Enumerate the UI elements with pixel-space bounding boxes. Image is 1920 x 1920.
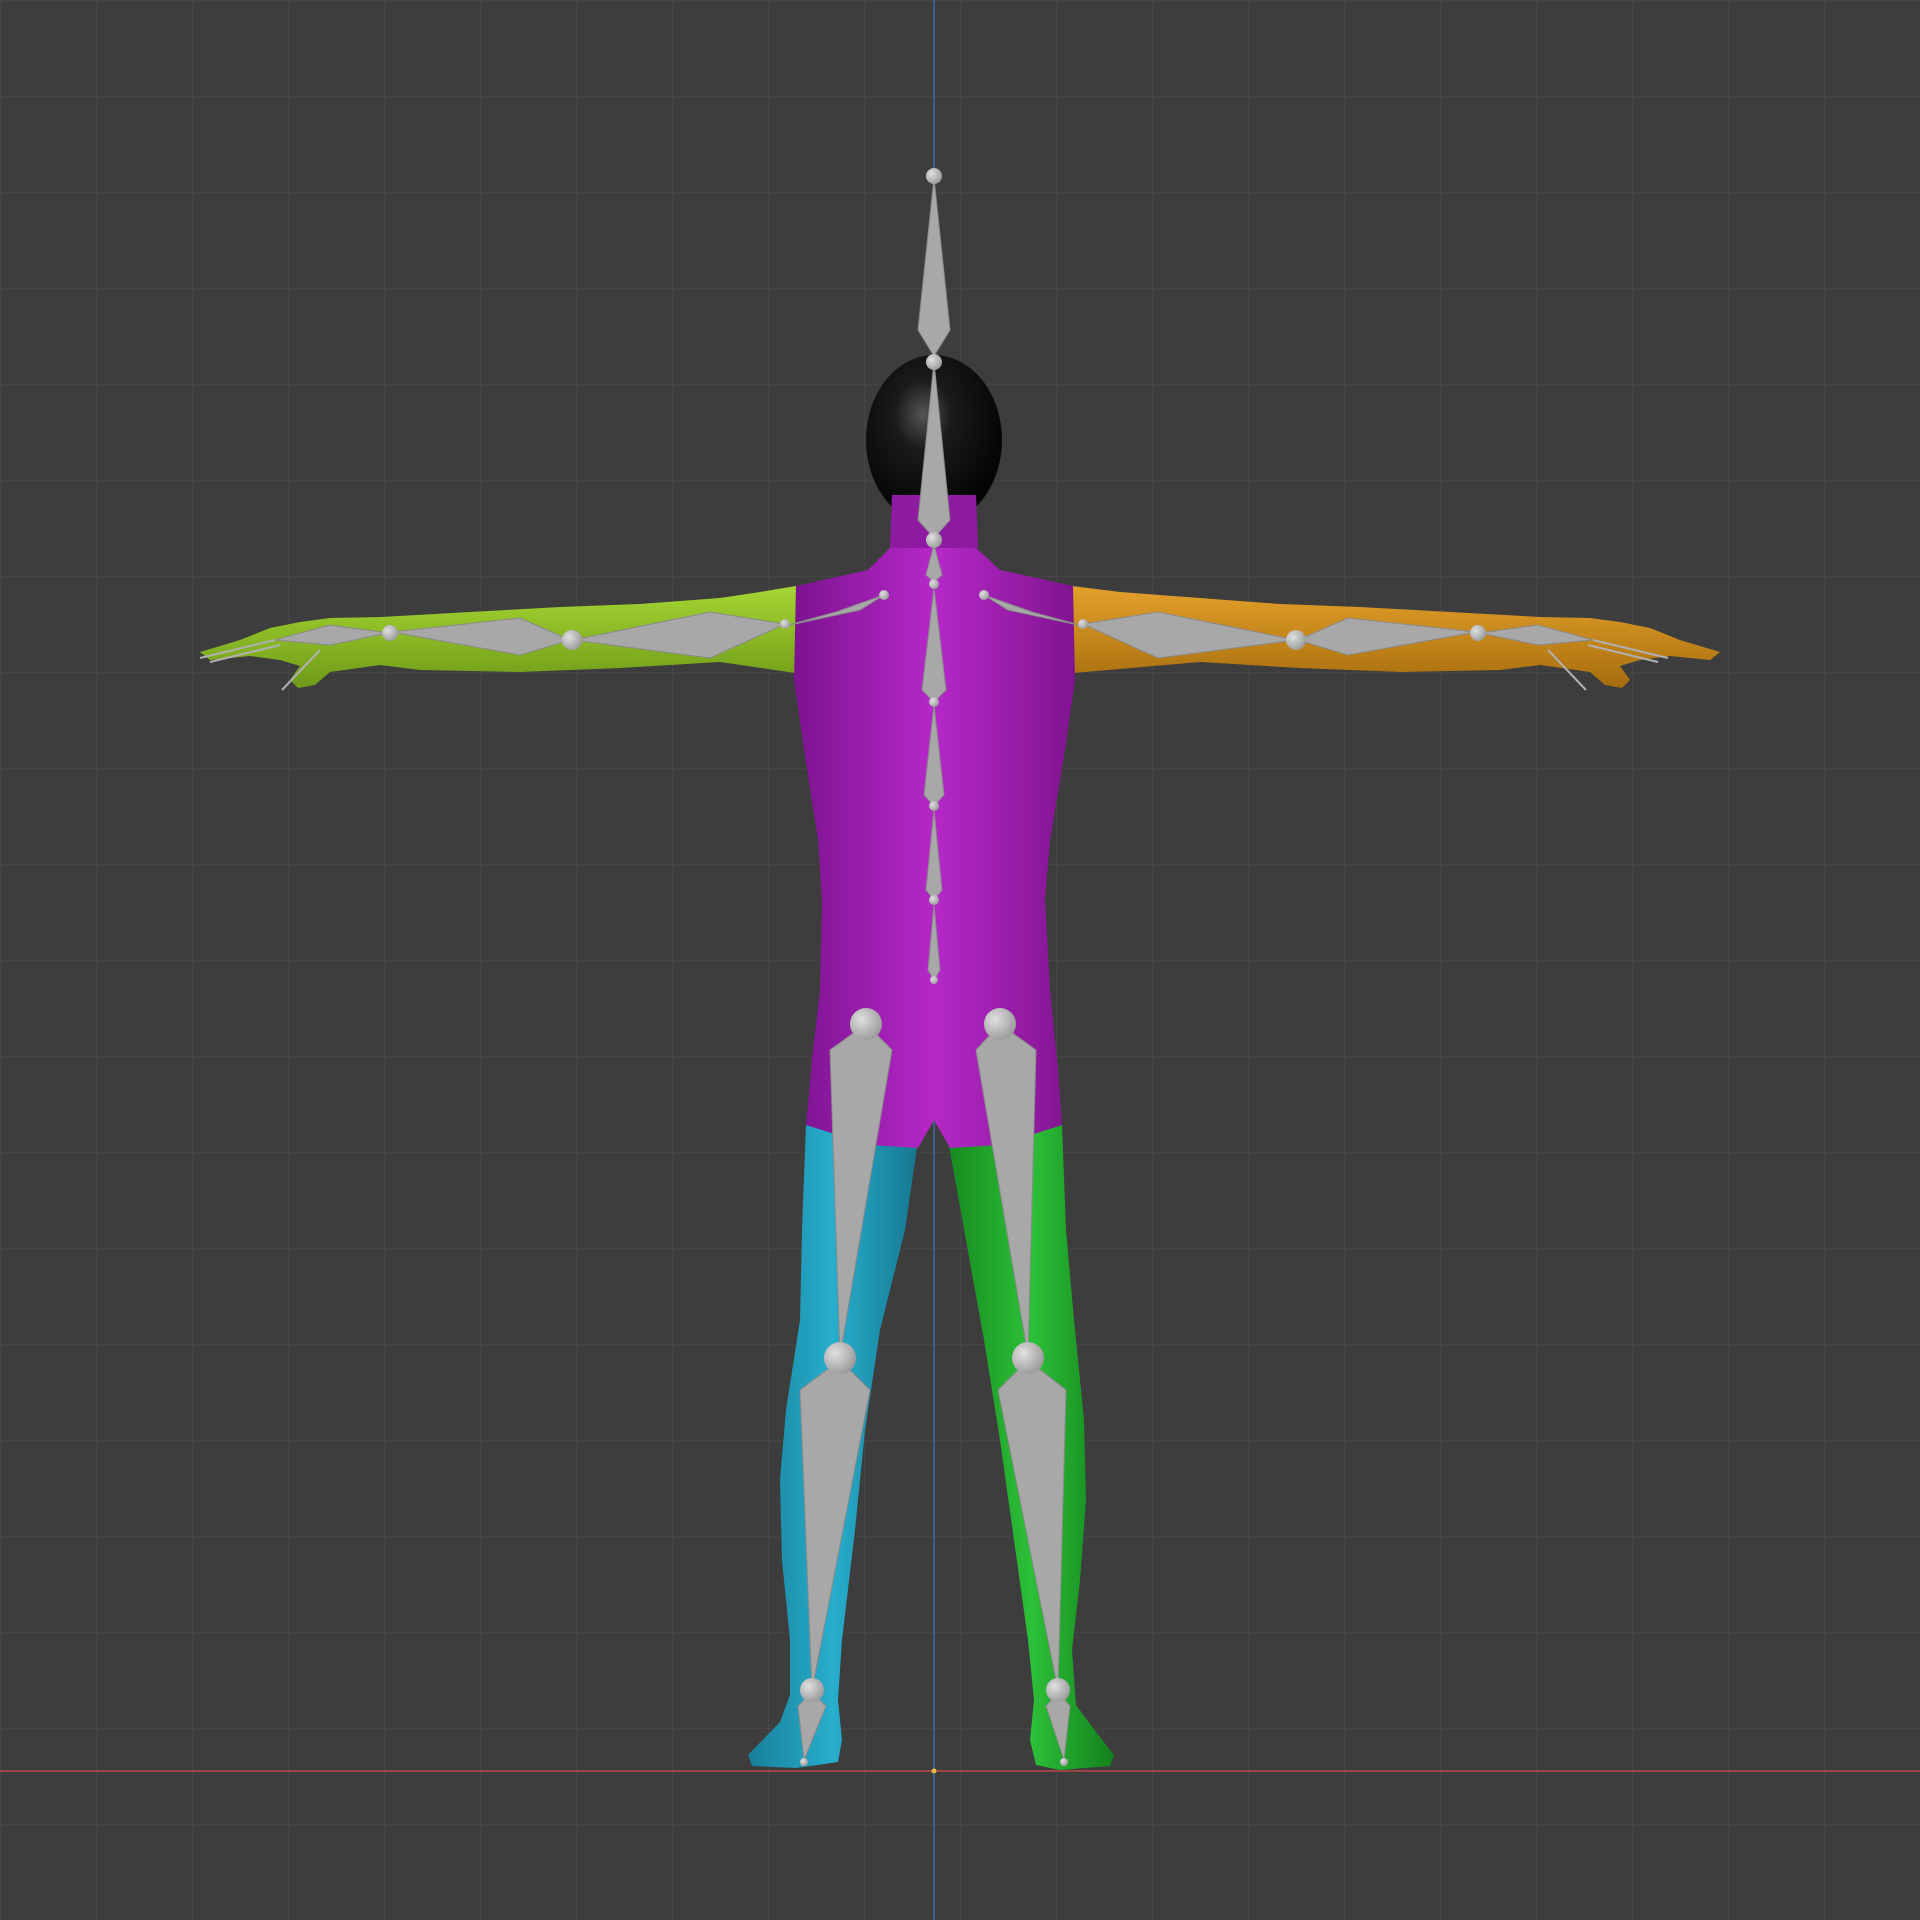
joint-ankle-left: [1046, 1678, 1070, 1702]
joint-ankle-right: [800, 1678, 824, 1702]
scene-canvas[interactable]: [0, 0, 1920, 1920]
joint-wrist-left: [1470, 625, 1486, 641]
joint-spine-0: [929, 895, 939, 905]
joint-toe-right: [800, 1758, 808, 1766]
3d-viewport[interactable]: [0, 0, 1920, 1920]
joint-shoulder-right: [879, 590, 889, 600]
joint-spine-base: [930, 976, 938, 984]
joint-hip-left: [984, 1008, 1016, 1040]
joint-toe-left: [1060, 1758, 1068, 1766]
joint-elbow-right: [562, 630, 582, 650]
joint-hip-right: [850, 1008, 882, 1040]
joint-knee-right: [824, 1342, 856, 1374]
joint-wrist-right: [382, 625, 398, 641]
joint-neck: [926, 532, 942, 548]
joint-upper-arm-right: [780, 619, 790, 629]
joint-spine-2: [929, 697, 939, 707]
joint-upper-arm-left: [1078, 619, 1088, 629]
joint-spine-top: [929, 579, 939, 589]
joint-head-base: [926, 354, 942, 370]
joint-head-tip: [926, 168, 942, 184]
origin-marker: [931, 1768, 937, 1774]
head-top-bone: [917, 177, 951, 357]
joint-spine-1: [929, 801, 939, 811]
joint-elbow-left: [1286, 630, 1306, 650]
joint-shoulder-left: [979, 590, 989, 600]
joint-knee-left: [1012, 1342, 1044, 1374]
